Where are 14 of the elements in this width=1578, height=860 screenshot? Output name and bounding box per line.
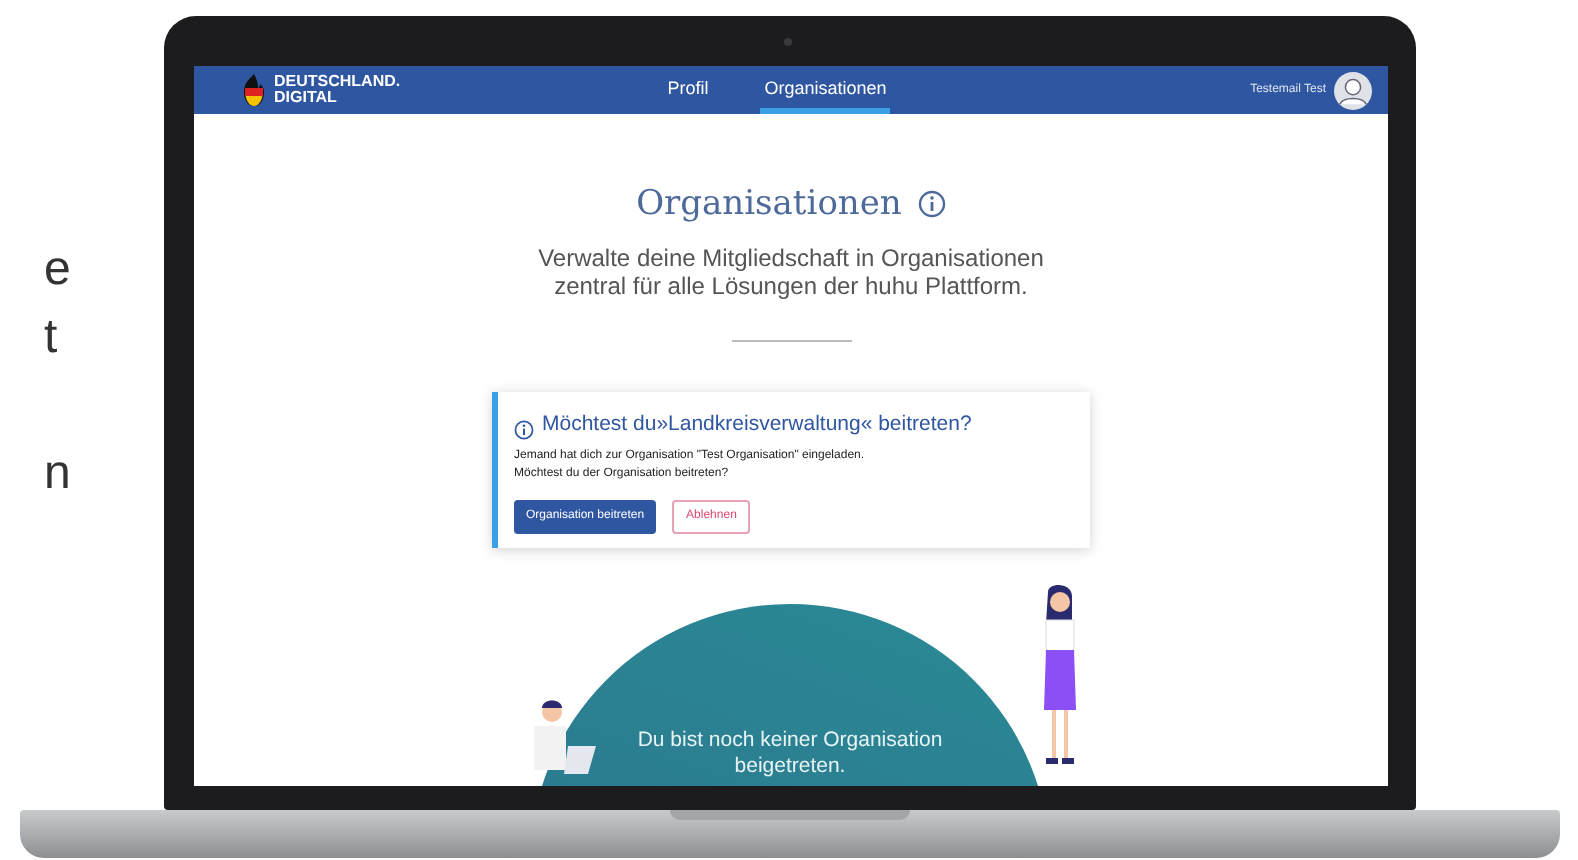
nav-tab[interactable]: Organisationen [760,66,891,114]
avatar-icon[interactable] [1334,71,1372,109]
info-icon[interactable] [917,190,946,219]
cut-off-text: e [44,240,71,300]
logo-text: DEUTSCHLAND. DIGITAL [274,74,401,106]
page-title: Organisationen [636,184,902,225]
empty-state-message: Du bist noch keiner Organisation beigetreten. [635,728,945,781]
cut-off-text: t [44,308,58,368]
cut-off-text: n [44,444,71,504]
nav-tab[interactable]: Profil [663,66,713,114]
page-subtitle: Verwalte deine Mitgliedschaft in Organisationen zentral für alle Lösungen der huhu Plattform. [538,244,1044,301]
flag-flame-icon [242,74,266,106]
invitation-title: Möchtest du»Landkreisverwaltung« beitreten? [542,410,972,441]
info-icon [514,419,534,440]
